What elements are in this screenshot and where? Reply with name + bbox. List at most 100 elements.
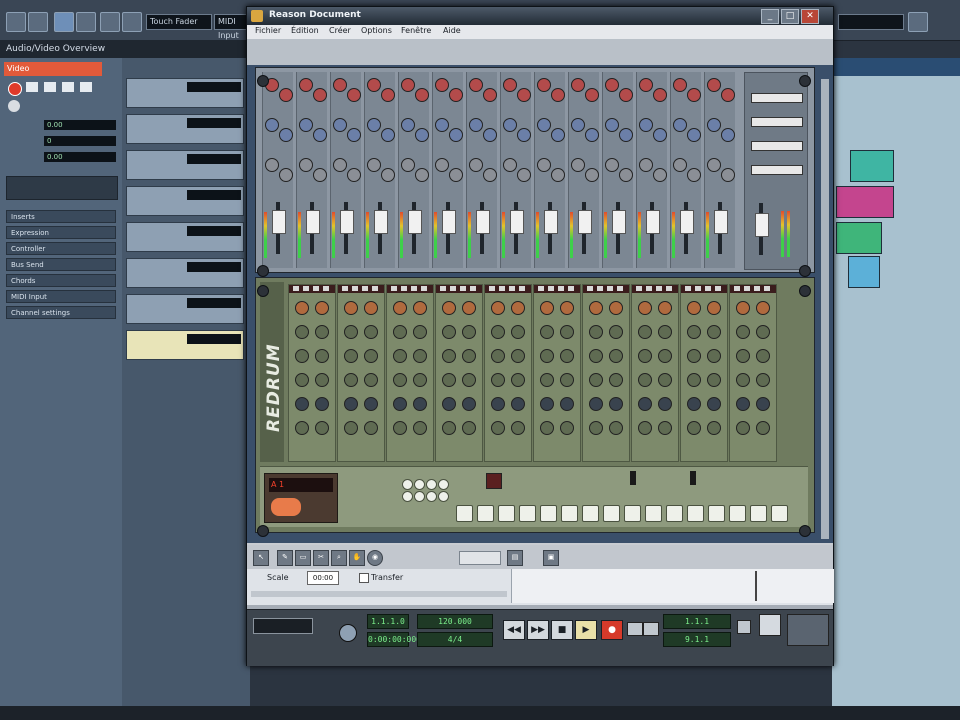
track-row[interactable]	[126, 186, 244, 216]
channel-button[interactable]	[548, 286, 554, 291]
channel-button[interactable]	[342, 286, 348, 291]
pattern-key[interactable]	[426, 491, 437, 502]
tempo-display[interactable]: 120.000	[417, 614, 493, 629]
drum-knob[interactable]	[364, 397, 378, 411]
drum-knob[interactable]	[589, 325, 603, 339]
drum-knob[interactable]	[609, 325, 623, 339]
drum-knob[interactable]	[364, 421, 378, 435]
channel-button[interactable]	[734, 286, 740, 291]
channel-knob[interactable]	[673, 78, 687, 92]
channel-button[interactable]	[372, 286, 378, 291]
drum-knob[interactable]	[756, 397, 770, 411]
mute-icon[interactable]	[26, 82, 38, 92]
pencil-tool-icon[interactable]: ✎	[277, 550, 293, 566]
channel-knob[interactable]	[721, 88, 735, 102]
song-position-marker[interactable]	[755, 571, 757, 601]
step-button[interactable]	[666, 505, 683, 522]
drum-knob[interactable]	[736, 349, 750, 363]
channel-button[interactable]	[568, 286, 574, 291]
channel-knob[interactable]	[673, 158, 687, 172]
channel-button[interactable]	[715, 286, 721, 291]
channel-button[interactable]	[401, 286, 407, 291]
channel-knob[interactable]	[605, 118, 619, 132]
drum-knob[interactable]	[393, 301, 407, 315]
aux-return[interactable]	[751, 165, 803, 175]
channel-button[interactable]	[646, 286, 652, 291]
drum-knob[interactable]	[756, 325, 770, 339]
channel-knob[interactable]	[333, 118, 347, 132]
drum-knob[interactable]	[295, 373, 309, 387]
rewind-button[interactable]: ◀◀	[503, 620, 525, 640]
channel-button[interactable]	[617, 286, 623, 291]
channel-fader[interactable]	[306, 210, 320, 234]
menu-window[interactable]: Fenêtre	[401, 26, 431, 35]
drum-knob[interactable]	[442, 373, 456, 387]
drum-knob[interactable]	[638, 397, 652, 411]
channel-knob[interactable]	[415, 88, 429, 102]
drum-knob[interactable]	[295, 349, 309, 363]
step-button[interactable]	[603, 505, 620, 522]
channel-button[interactable]	[607, 286, 613, 291]
metronome-icon[interactable]	[759, 614, 781, 636]
drum-knob[interactable]	[315, 397, 329, 411]
inspector-section[interactable]: Inserts	[6, 210, 116, 223]
record-button[interactable]: ●	[601, 620, 623, 640]
drum-knob[interactable]	[540, 325, 554, 339]
channel-button[interactable]	[303, 286, 309, 291]
drum-knob[interactable]	[756, 373, 770, 387]
channel-knob[interactable]	[653, 88, 667, 102]
drum-knob[interactable]	[609, 301, 623, 315]
channel-fader[interactable]	[374, 210, 388, 234]
toolbar-button[interactable]	[100, 12, 120, 32]
channel-knob[interactable]	[381, 128, 395, 142]
channel-knob[interactable]	[381, 88, 395, 102]
channel-knob[interactable]	[503, 78, 517, 92]
drum-knob[interactable]	[687, 301, 701, 315]
channel-knob[interactable]	[313, 88, 327, 102]
channel-knob[interactable]	[469, 158, 483, 172]
magnify-tool-icon[interactable]: ⌕	[331, 550, 347, 566]
pattern-key[interactable]	[414, 491, 425, 502]
channel-knob[interactable]	[571, 78, 585, 92]
channel-button[interactable]	[323, 286, 329, 291]
channel-knob[interactable]	[517, 88, 531, 102]
step-button[interactable]	[498, 505, 515, 522]
channel-button[interactable]	[293, 286, 299, 291]
drum-knob[interactable]	[511, 373, 525, 387]
drum-knob[interactable]	[442, 301, 456, 315]
channel-fader[interactable]	[510, 210, 524, 234]
drum-knob[interactable]	[511, 301, 525, 315]
channel-button[interactable]	[489, 286, 495, 291]
channel-knob[interactable]	[605, 78, 619, 92]
play-button[interactable]: ▶	[575, 620, 597, 640]
channel-knob[interactable]	[537, 118, 551, 132]
drum-knob[interactable]	[295, 301, 309, 315]
channel-knob[interactable]	[585, 128, 599, 142]
drum-knob[interactable]	[658, 421, 672, 435]
channel-button[interactable]	[421, 286, 427, 291]
inspector-section[interactable]: Controller	[6, 242, 116, 255]
channel-button[interactable]	[450, 286, 456, 291]
drum-knob[interactable]	[687, 325, 701, 339]
step-button[interactable]	[561, 505, 578, 522]
channel-knob[interactable]	[503, 118, 517, 132]
drum-knob[interactable]	[540, 373, 554, 387]
volume-knob[interactable]	[339, 624, 357, 642]
channel-button[interactable]	[538, 286, 544, 291]
track-row[interactable]	[126, 294, 244, 324]
channel-knob[interactable]	[367, 158, 381, 172]
maximize-button[interactable]: □	[781, 9, 799, 24]
channel-fader[interactable]	[476, 210, 490, 234]
drum-knob[interactable]	[462, 421, 476, 435]
channel-knob[interactable]	[639, 158, 653, 172]
bank-key[interactable]	[414, 479, 425, 490]
menu-create[interactable]: Créer	[329, 26, 351, 35]
master-fader[interactable]	[755, 213, 769, 237]
track-name[interactable]: Video	[4, 62, 102, 76]
channel-knob[interactable]	[517, 128, 531, 142]
drum-knob[interactable]	[393, 421, 407, 435]
channel-knob[interactable]	[265, 158, 279, 172]
channel-knob[interactable]	[687, 88, 701, 102]
drum-knob[interactable]	[511, 325, 525, 339]
inspector-section[interactable]: Bus Send	[6, 258, 116, 271]
